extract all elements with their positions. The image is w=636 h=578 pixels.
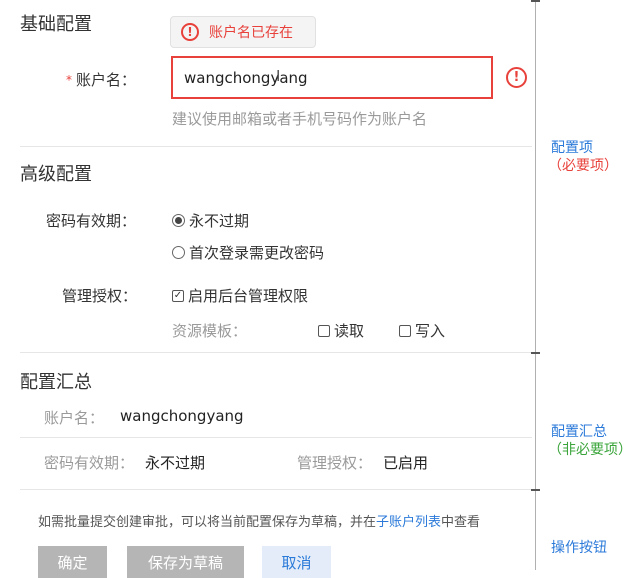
draft-note: 如需批量提交创建审批，可以将当前配置保存为草稿，并在子账户列表中查看 (38, 511, 480, 530)
cancel-button[interactable]: 取消 (262, 546, 331, 578)
summary-pwd-value: 永不过期 (145, 454, 206, 472)
checkbox-label: 启用后台管理权限 (188, 287, 309, 305)
advanced-config-title: 高级配置 (20, 164, 92, 185)
annotation-optional: （非必要项） (548, 442, 632, 458)
confirm-button[interactable]: 确定 (38, 546, 107, 578)
checkbox-unchecked-icon (318, 324, 330, 337)
annotation-required: （必要项） (548, 158, 618, 174)
checkbox-read[interactable]: 读取 (318, 320, 364, 341)
summary-auth-value: 已启用 (383, 454, 429, 472)
checkbox-label: 读取 (334, 322, 365, 340)
account-label-row: * 账户名： (66, 69, 136, 90)
radio-change-first-login[interactable]: 首次登录需更改密码 (172, 242, 324, 263)
checkbox-enable-admin[interactable]: ✓ 启用后台管理权限 (172, 285, 308, 306)
pwd-validity-label: 密码有效期： (46, 212, 137, 230)
required-mark: * (66, 72, 72, 87)
summary-account-value: wangchongyang (120, 407, 244, 425)
radio-selected-icon (172, 214, 185, 227)
resource-template-label: 资源模板： (172, 322, 248, 340)
save-draft-button[interactable]: 保存为草稿 (127, 546, 244, 578)
annotation-config-items: 配置项 (551, 140, 593, 156)
auth-label: 管理授权： (62, 287, 138, 305)
error-icon: ! (181, 23, 199, 41)
draft-note-suffix: 中查看 (441, 515, 481, 530)
summary-title: 配置汇总 (20, 372, 92, 393)
radio-never-expire[interactable]: 永不过期 (172, 210, 249, 231)
error-tooltip-text: 账户名已存在 (209, 25, 293, 41)
text-cursor-icon: I (276, 67, 281, 85)
account-name-input[interactable]: wangchongyang I (171, 56, 493, 99)
divider (20, 489, 532, 490)
annotation-summary: 配置汇总 (551, 424, 607, 440)
error-tooltip: ! 账户名已存在 (170, 16, 316, 48)
annotation-buttons: 操作按钮 (551, 540, 607, 556)
bracket-tick (531, 0, 540, 2)
summary-pwd-label: 密码有效期： (44, 454, 135, 472)
draft-note-prefix: 如需批量提交创建审批，可以将当前配置保存为草稿，并在 (38, 515, 377, 530)
divider (20, 146, 532, 147)
checkbox-write[interactable]: 写入 (399, 320, 445, 341)
bracket-tick (531, 352, 540, 354)
account-name-value: wangchongyang (184, 68, 308, 87)
divider (20, 437, 532, 438)
radio-label: 首次登录需更改密码 (189, 244, 325, 262)
input-error-icon: ! (506, 67, 527, 88)
account-label: 账户名： (76, 71, 137, 89)
checkbox-checked-icon: ✓ (172, 289, 184, 302)
summary-auth-label: 管理授权： (297, 454, 373, 472)
divider (20, 352, 532, 353)
account-hint: 建议使用邮箱或者手机号码作为账户名 (172, 110, 428, 128)
checkbox-label: 写入 (415, 322, 446, 340)
bracket-tick (531, 489, 540, 491)
checkbox-unchecked-icon (399, 324, 411, 337)
annotation-bracket-line (535, 0, 536, 570)
summary-account-label: 账户名： (44, 409, 105, 427)
basic-config-title: 基础配置 (20, 14, 92, 35)
radio-unselected-icon (172, 246, 185, 259)
radio-label: 永不过期 (189, 212, 250, 230)
sub-account-list-link[interactable]: 子账户列表 (376, 515, 441, 530)
